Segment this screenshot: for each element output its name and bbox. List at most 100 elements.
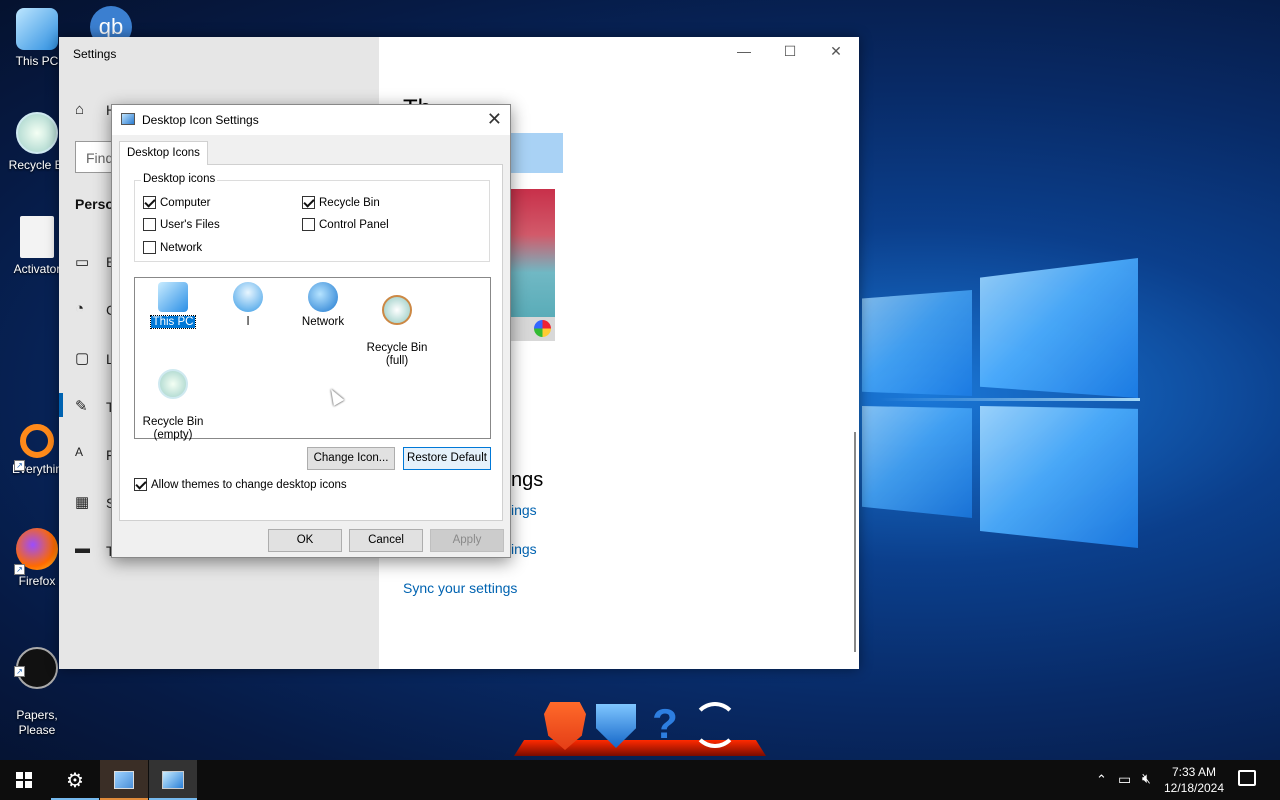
selected-indicator — [59, 393, 63, 417]
icon-list[interactable]: This PC l Network Recycle Bin (full) Rec… — [134, 277, 491, 442]
desktop-icon-label: Papers, Please — [16, 708, 58, 737]
icon-list-item-network[interactable]: Network — [287, 282, 359, 329]
icon-list-item-user-files[interactable]: l — [212, 282, 284, 329]
qb-icon-text: qb — [98, 14, 124, 39]
computer-icon — [158, 282, 188, 312]
lockscreen-icon[interactable]: ▢ — [75, 349, 89, 367]
notifications-icon[interactable] — [1238, 770, 1256, 786]
desktop-icon-label: This PC — [15, 54, 59, 68]
recycle-bin-icon — [16, 112, 58, 154]
checkbox-allow-themes[interactable]: Allow themes to change desktop icons — [134, 478, 347, 491]
icon-list-item-recycle-empty[interactable]: Recycle Bin (empty) — [137, 356, 209, 442]
shortcut-arrow-icon: ↗ — [14, 666, 25, 677]
recycle-bin-full-icon — [382, 295, 412, 325]
mouse-cursor-icon — [325, 386, 345, 406]
sync-icon[interactable] — [692, 702, 738, 748]
app-dock: ? — [514, 700, 766, 756]
shortcut-arrow-icon: ↗ — [14, 460, 25, 471]
checkbox-box[interactable] — [143, 218, 156, 231]
gear-icon: ⚙ — [66, 769, 84, 792]
checkbox-recycle-bin[interactable]: Recycle Bin — [302, 196, 380, 209]
fonts-icon[interactable]: A — [75, 445, 83, 459]
magnifier-icon — [20, 424, 54, 458]
checkbox-users-files[interactable]: User's Files — [143, 218, 220, 231]
desktop-settings-icon — [162, 771, 184, 789]
sync-settings-link[interactable]: Sync your settings — [403, 580, 517, 596]
cancel-button[interactable]: Cancel — [349, 529, 423, 552]
file-icon — [20, 216, 54, 258]
start-button[interactable] — [0, 760, 48, 800]
icon-list-label: Recycle Bin (empty) — [142, 416, 204, 441]
tab-desktop-icons[interactable]: Desktop Icons — [119, 141, 208, 165]
color-wheel-icon — [534, 320, 551, 337]
icon-list-item-recycle-full[interactable]: Recycle Bin (full) — [361, 282, 433, 368]
checkbox-box[interactable] — [143, 241, 156, 254]
network-icon[interactable]: ▭ — [1118, 771, 1131, 788]
maximize-button[interactable]: ☐ — [775, 43, 805, 60]
dialog-titlebar[interactable]: Desktop Icon Settings ✕ — [112, 105, 510, 135]
icon-list-label: This PC — [149, 315, 197, 329]
windows-start-icon — [16, 772, 32, 788]
group-label: Desktop icons — [141, 173, 218, 185]
network-icon — [308, 282, 338, 312]
change-icon-button[interactable]: Change Icon... — [307, 447, 395, 470]
computer-icon — [16, 8, 58, 50]
checkbox-label: Network — [160, 241, 203, 254]
checkbox-box[interactable] — [302, 218, 315, 231]
volume-muted-icon[interactable]: 🔇︎ — [1142, 770, 1151, 787]
related-link-1[interactable]: ings — [511, 502, 537, 518]
palette-icon[interactable]: ◔ — [75, 300, 84, 317]
icon-list-label: l — [246, 316, 250, 328]
desktop-icons-group: Desktop icons Computer Recycle Bin User'… — [134, 173, 490, 262]
light-beam — [880, 398, 1140, 401]
icon-list-item-this-pc[interactable]: This PC — [137, 282, 209, 329]
checkbox-box[interactable] — [143, 196, 156, 209]
restore-default-button[interactable]: Restore Default — [403, 447, 491, 470]
windows-logo-pane — [980, 258, 1138, 398]
themes-icon[interactable]: ✎ — [75, 397, 88, 415]
taskbar-settings[interactable]: ⚙ — [51, 760, 99, 800]
image-icon[interactable]: ▭ — [75, 253, 89, 271]
desktop-icon-label: Recycle Bi — [8, 158, 66, 172]
recycle-bin-empty-icon — [158, 369, 188, 399]
checkbox-box[interactable] — [302, 196, 315, 209]
windows-logo-pane — [862, 290, 972, 396]
related-link-2[interactable]: ings — [511, 541, 537, 557]
desktop-icon-label: Firefox — [18, 574, 56, 588]
help-icon[interactable]: ? — [648, 700, 682, 748]
ok-button[interactable]: OK — [268, 529, 342, 552]
checkbox-label: Allow themes to change desktop icons — [151, 478, 347, 491]
clock-time: 7:33 AM — [1171, 765, 1217, 779]
taskbar-icon[interactable]: ▬ — [75, 540, 90, 557]
desktop-icon-settings-dialog: Desktop Icon Settings ✕ Desktop Icons De… — [111, 104, 511, 558]
taskbar-control-panel[interactable] — [100, 760, 148, 800]
dialog-close-button[interactable]: ✕ — [487, 109, 502, 130]
checkbox-network[interactable]: Network — [143, 241, 202, 254]
checkbox-label: Computer — [160, 196, 211, 209]
start-icon[interactable]: ▦ — [75, 493, 89, 511]
taskbar-desktop-icon-settings[interactable] — [149, 760, 197, 800]
desktop-icon-label: Activator — [13, 262, 61, 276]
scrollbar[interactable] — [854, 432, 856, 652]
checkbox-label: Control Panel — [319, 218, 389, 231]
control-panel-icon — [114, 771, 134, 789]
icon-list-label: Network — [301, 316, 345, 328]
checkbox-label: User's Files — [160, 218, 220, 231]
windows-logo-pane — [980, 406, 1138, 548]
checkbox-label: Recycle Bin — [319, 196, 380, 209]
checkbox-box[interactable] — [134, 478, 147, 491]
checkbox-computer[interactable]: Computer — [143, 196, 211, 209]
shortcut-arrow-icon: ↗ — [14, 564, 25, 575]
taskbar: ⚙ ⌃ ▭ 🔇︎ 7:33 AM 12/18/2024 — [0, 760, 1280, 800]
window-title: Settings — [73, 47, 117, 61]
home-icon[interactable]: ⌂ — [75, 101, 84, 118]
minimize-button[interactable]: — — [729, 43, 759, 59]
show-hidden-icons-chevron-icon[interactable]: ⌃ — [1096, 772, 1107, 788]
theme-preview-banner — [509, 133, 563, 173]
windows-logo-pane — [862, 406, 972, 518]
apply-button[interactable]: Apply — [430, 529, 504, 552]
close-button[interactable]: ✕ — [821, 43, 851, 60]
checkbox-control-panel[interactable]: Control Panel — [302, 218, 389, 231]
user-files-icon — [233, 282, 263, 312]
taskbar-clock[interactable]: 7:33 AM 12/18/2024 — [1160, 764, 1228, 796]
